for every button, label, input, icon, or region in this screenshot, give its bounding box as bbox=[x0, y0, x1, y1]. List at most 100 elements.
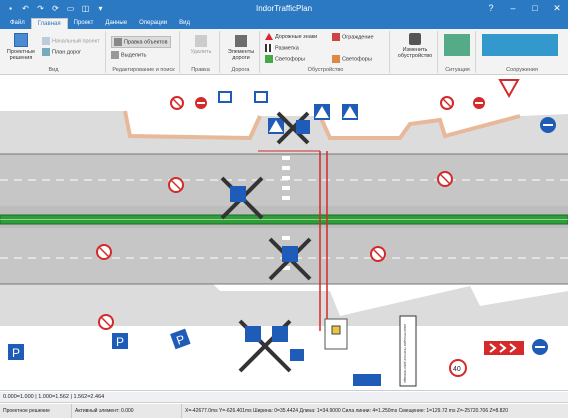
tab-project[interactable]: Проект bbox=[68, 18, 100, 29]
project-solutions-label: Проектные решения bbox=[6, 49, 36, 61]
sign-crosswalk-2[interactable] bbox=[314, 104, 330, 120]
sign-parking-2[interactable]: P bbox=[112, 333, 128, 349]
structures-tools[interactable] bbox=[482, 34, 560, 56]
sign-lanes-5[interactable] bbox=[367, 374, 381, 386]
project-solutions-button[interactable]: Проектные решения bbox=[5, 33, 37, 61]
change-equipment-button[interactable]: Изменить обустройство bbox=[395, 33, 435, 59]
group-edit: Удалить Правка bbox=[182, 31, 220, 73]
sign-no-parking-4[interactable] bbox=[96, 244, 112, 260]
road-plan-label: План дорог bbox=[52, 49, 82, 56]
sign-crosswalk-3[interactable] bbox=[342, 104, 358, 120]
close-icon[interactable]: ✕ bbox=[546, 0, 568, 17]
maximize-icon[interactable]: □ bbox=[524, 0, 546, 17]
active-element-label: Активный элемент: 0.000 bbox=[75, 408, 134, 414]
tab-view[interactable]: Вид bbox=[173, 18, 196, 29]
map-canvas[interactable]: P P P 40 КОНСТРУКЦИЯ ТРОТУАР ДЛЯ ПРОХОДА bbox=[0, 76, 568, 391]
sign-yield[interactable] bbox=[498, 79, 520, 99]
fence-icon bbox=[332, 33, 340, 41]
info-board-text: КОНСТРУКЦИЯ ТРОТУАР ДЛЯ ПРОХОДА bbox=[403, 324, 407, 383]
tab-operations[interactable]: Операции bbox=[133, 18, 173, 29]
edit-objects-button[interactable]: Правка объектов bbox=[111, 36, 171, 48]
status-bar: Проектное решение Активный элемент: 0.00… bbox=[0, 404, 568, 418]
sign-keep-right[interactable] bbox=[532, 339, 548, 355]
tab-data[interactable]: Данные bbox=[99, 18, 133, 29]
control-box-light bbox=[331, 325, 341, 335]
open-icon[interactable]: ▭ bbox=[66, 4, 75, 13]
marking-button[interactable]: Разметка bbox=[265, 44, 299, 52]
parking-letter-2: P bbox=[116, 335, 124, 349]
road-plan-button[interactable]: План дорог bbox=[42, 48, 81, 56]
sign-parking-1[interactable]: P bbox=[8, 344, 24, 360]
traffic-light-2-icon bbox=[332, 55, 340, 63]
sign-direction[interactable] bbox=[540, 117, 556, 133]
sign-info-board[interactable]: КОНСТРУКЦИЯ ТРОТУАР ДЛЯ ПРОХОДА bbox=[399, 315, 417, 387]
initial-project-button[interactable]: Начальный проект bbox=[42, 37, 100, 45]
select-label: Выделить bbox=[121, 52, 147, 59]
group-view: Проектные решения Начальный проект План … bbox=[2, 31, 106, 73]
situation-tools[interactable] bbox=[444, 34, 472, 56]
undo-icon[interactable]: ↶ bbox=[21, 4, 30, 13]
initial-project-label: Начальный проект bbox=[52, 38, 100, 45]
traffic-lights-label: Светофоры bbox=[275, 56, 305, 63]
road-elements-label: Элементы дороги bbox=[227, 49, 255, 61]
coordinate-readout: 0.000=1.000 | 1.000=1.562 | 1.562=2.464 bbox=[3, 394, 105, 400]
sign-crosswalk-x-4[interactable] bbox=[238, 319, 292, 373]
delete-label: Удалить bbox=[190, 49, 212, 55]
help-icon[interactable]: ? bbox=[480, 0, 502, 17]
fence-button[interactable]: Ограждение bbox=[332, 33, 374, 41]
group-label-edit: Редактирование и поиск bbox=[112, 67, 175, 73]
sign-lanes-2[interactable] bbox=[254, 91, 268, 103]
change-equipment-label: Изменить обустройство bbox=[397, 47, 433, 59]
sign-lanes-1[interactable] bbox=[218, 91, 232, 103]
refresh-icon[interactable]: ⟳ bbox=[51, 4, 60, 13]
menu-icon[interactable]: ▾ bbox=[96, 4, 105, 13]
sign-no-entry-2[interactable] bbox=[473, 97, 485, 109]
sign-no-parking-2[interactable] bbox=[168, 177, 184, 193]
project-solution-field[interactable]: Проектное решение bbox=[0, 404, 72, 418]
sign-no-parking-5[interactable] bbox=[370, 246, 386, 262]
group-label-situation: Ситуация bbox=[445, 67, 470, 73]
measurement-info-text: X=-42677.0ms Y=-626.401ms Ширина: 0=35.4… bbox=[185, 408, 508, 414]
traffic-light-icon bbox=[265, 55, 273, 63]
sidewalk-bottom bbox=[0, 281, 568, 326]
sign-speed-limit[interactable]: 40 bbox=[449, 359, 467, 377]
sign-no-parking-6[interactable] bbox=[98, 314, 114, 330]
sign-chevron-board[interactable] bbox=[484, 341, 524, 355]
group-label-equipment: Обустройство bbox=[307, 67, 344, 73]
split-icon[interactable]: ◫ bbox=[81, 4, 90, 13]
tab-home[interactable]: Главная bbox=[30, 18, 68, 29]
sign-parking-3[interactable]: P bbox=[170, 328, 191, 350]
road-signs-button[interactable]: Дорожные знаки bbox=[265, 33, 317, 40]
sign-lanes-3[interactable] bbox=[290, 349, 304, 361]
ribbon: Проектные решения Начальный проект План … bbox=[0, 29, 568, 75]
road-elements-button[interactable]: Элементы дороги bbox=[225, 35, 257, 61]
tab-file[interactable]: Файл bbox=[4, 18, 31, 29]
group-structures: Сооружения bbox=[478, 31, 566, 73]
sign-no-parking-7[interactable] bbox=[440, 96, 454, 110]
traffic-lights-2-button[interactable]: Светофоры bbox=[332, 55, 372, 63]
group-situation: Ситуация bbox=[440, 31, 476, 73]
road-plan-svg[interactable]: P P P 40 КОНСТРУКЦИЯ ТРОТУАР ДЛЯ ПРОХОДА bbox=[0, 76, 568, 391]
redo-icon[interactable]: ↷ bbox=[36, 4, 45, 13]
group-label-view: Вид bbox=[48, 67, 59, 73]
group-label-road: Дорога bbox=[231, 67, 250, 73]
group-change-equipment: Изменить обустройство bbox=[392, 31, 438, 73]
traffic-lights-button[interactable]: Светофоры bbox=[265, 55, 305, 63]
group-edit-search: Правка объектов Выделить Редактирование … bbox=[108, 31, 180, 73]
road-signs-label: Дорожные знаки bbox=[275, 33, 318, 40]
structures-icon bbox=[482, 34, 558, 56]
active-element-field[interactable]: Активный элемент: 0.000 bbox=[72, 404, 182, 418]
marking-label: Разметка bbox=[275, 45, 299, 52]
select-button[interactable]: Выделить bbox=[111, 51, 146, 59]
save-icon[interactable]: ▪ bbox=[6, 4, 15, 13]
delete-button[interactable]: Удалить bbox=[186, 35, 216, 55]
sign-no-entry[interactable] bbox=[195, 97, 207, 109]
sign-no-parking-1[interactable] bbox=[170, 96, 184, 110]
minimize-icon[interactable]: – bbox=[502, 0, 524, 17]
group-label-structures: Сооружения bbox=[506, 67, 538, 73]
sign-no-parking-3[interactable] bbox=[437, 171, 453, 187]
marking-icon bbox=[265, 44, 273, 52]
sign-crosswalk-1[interactable] bbox=[268, 118, 284, 134]
change-equipment-icon bbox=[409, 33, 421, 45]
sign-lanes-4[interactable] bbox=[353, 374, 367, 386]
